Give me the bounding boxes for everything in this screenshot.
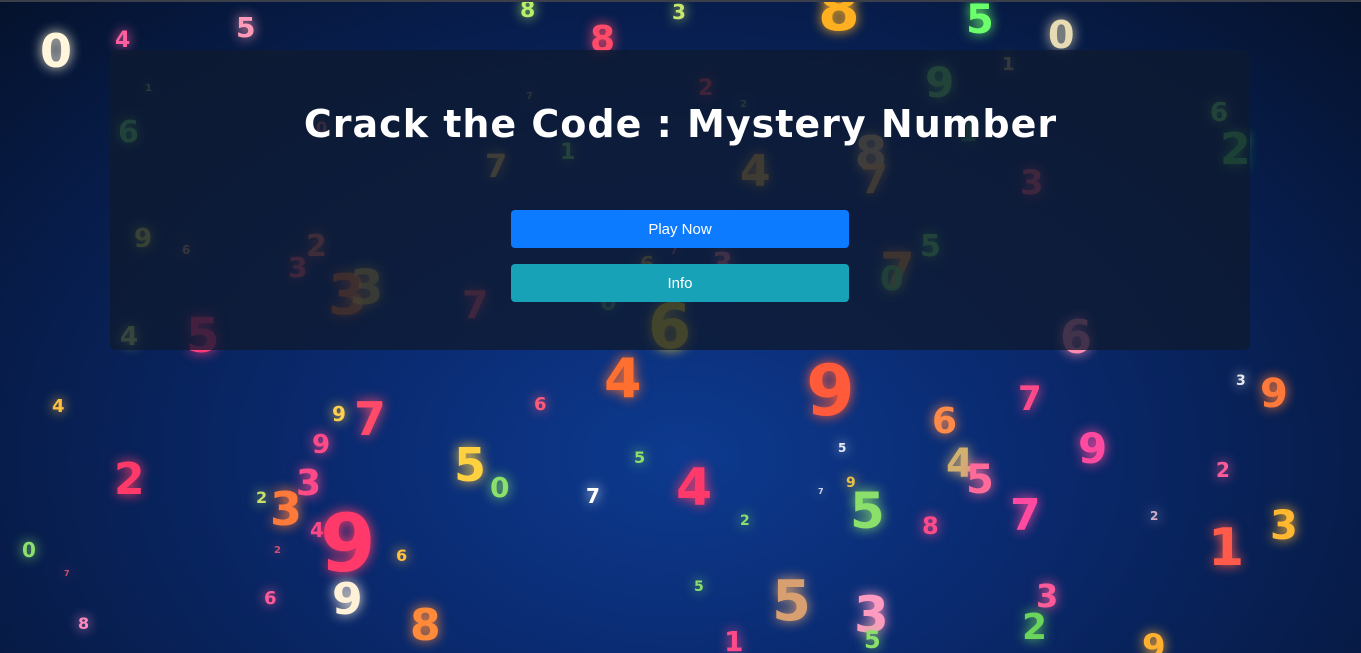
background-digit: 5 [864, 626, 881, 653]
background-digit: 3 [1036, 577, 1059, 615]
background-digit: 2 [740, 513, 750, 529]
background-digit: 1 [1208, 518, 1245, 578]
background-digit: 5 [694, 579, 704, 595]
background-digit: 6 [396, 546, 408, 565]
background-digit: 7 [64, 569, 70, 578]
game-start-screen: 0458838501962324877106196323376367054564… [0, 0, 1361, 653]
background-digit: 5 [772, 569, 811, 634]
background-digit: 2 [274, 545, 281, 556]
background-digit: 4 [115, 28, 131, 53]
background-digit: 5 [966, 457, 994, 503]
background-digit: 4 [310, 518, 324, 542]
window-top-border [0, 0, 1361, 2]
background-digit: 5 [236, 11, 256, 44]
background-digit: 3 [672, 0, 686, 24]
background-digit: 3 [1236, 373, 1246, 389]
background-digit: 9 [1142, 627, 1166, 653]
background-digit: 2 [1216, 458, 1230, 482]
background-digit: 9 [806, 350, 855, 432]
background-digit: 8 [410, 600, 441, 651]
background-digit: 9 [846, 475, 856, 491]
background-digit: 5 [966, 0, 994, 43]
background-digit: 6 [264, 588, 277, 609]
background-digit: 5 [454, 438, 487, 492]
background-digit: 4 [604, 347, 642, 410]
play-now-button[interactable]: Play Now [511, 210, 849, 248]
background-digit: 2 [114, 454, 145, 505]
background-digit: 3 [854, 586, 889, 644]
background-digit: 3 [1270, 503, 1298, 549]
background-digit: 1 [724, 625, 744, 653]
background-digit: 0 [40, 24, 73, 78]
background-digit: 0 [1048, 13, 1075, 57]
background-digit: 8 [922, 512, 939, 540]
background-digit: 9 [1260, 371, 1288, 417]
page-title: Crack the Code : Mystery Number [303, 102, 1058, 146]
background-digit: 7 [354, 392, 387, 446]
background-digit: 9 [1078, 424, 1108, 473]
background-digit: 7 [1018, 379, 1042, 419]
background-digit: 6 [534, 394, 547, 415]
background-digit: 7 [1010, 490, 1041, 541]
background-digit: 9 [320, 497, 376, 590]
background-digit: 5 [634, 448, 646, 467]
background-digit: 4 [676, 458, 713, 518]
info-button[interactable]: Info [511, 264, 849, 302]
background-digit: 9 [332, 574, 363, 625]
background-digit: 3 [296, 463, 322, 504]
background-digit: 7 [586, 484, 600, 508]
background-digit: 4 [52, 396, 65, 417]
background-digit: 7 [818, 487, 824, 496]
background-digit: 6 [932, 401, 958, 442]
menu-panel [110, 50, 1250, 350]
background-digit: 8 [818, 0, 860, 45]
background-digit: 5 [838, 441, 847, 455]
background-digit: 0 [490, 471, 510, 504]
background-digit: 2 [1022, 607, 1048, 648]
background-digit: 0 [22, 538, 36, 562]
background-digit: 8 [78, 614, 90, 633]
background-digit: 5 [850, 482, 885, 540]
background-digit: 8 [520, 0, 536, 23]
background-digit: 3 [270, 482, 303, 536]
background-digit: 2 [1150, 509, 1159, 523]
background-digit: 2 [256, 488, 268, 507]
background-digit: 4 [946, 441, 974, 487]
background-digit: 9 [332, 402, 346, 426]
background-digit: 9 [312, 430, 331, 460]
